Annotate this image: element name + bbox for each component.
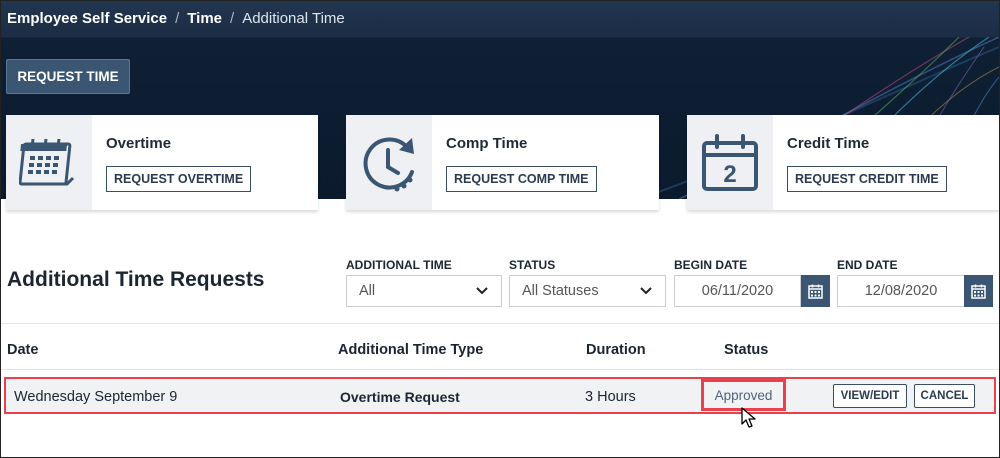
app-frame: Employee Self Service / Time / Additional Ti…: [0, 0, 1000, 458]
status-select[interactable]: All Statuses: [509, 275, 666, 307]
comp-time-card: Comp Time REQUEST COMP TIME: [346, 115, 659, 210]
column-header-status: Status: [724, 342, 769, 358]
calendar-grid-icon: [19, 138, 75, 185]
breadcrumb-separator: /: [230, 10, 235, 27]
end-date-label: END DATE: [837, 258, 898, 272]
status-label: STATUS: [509, 258, 556, 272]
additional-time-select[interactable]: All: [346, 275, 502, 307]
divider: [1, 323, 999, 324]
clock-arrow-icon: [363, 137, 414, 191]
mouse-cursor-icon: [741, 407, 756, 428]
chevron-down-icon: [640, 287, 652, 295]
additional-time-value: All: [359, 283, 376, 299]
request-overtime-button[interactable]: REQUEST OVERTIME: [106, 166, 252, 192]
breadcrumb-section[interactable]: Time: [187, 10, 222, 27]
column-header-date: Date: [7, 342, 39, 358]
credit-time-card: 2 Credit Time REQUEST CREDIT TIME: [687, 115, 999, 210]
divider: [1, 369, 999, 370]
calendar-icon: [808, 284, 823, 299]
card-title: Overtime: [106, 135, 172, 152]
card-title: Comp Time: [446, 135, 528, 152]
request-time-button[interactable]: REQUEST TIME: [6, 59, 130, 94]
view-edit-button[interactable]: VIEW/EDIT: [833, 384, 907, 408]
chevron-down-icon: [476, 287, 488, 295]
begin-date-calendar-button[interactable]: [801, 275, 830, 307]
column-header-duration: Duration: [586, 342, 646, 358]
begin-date-input[interactable]: 06/11/2020: [674, 275, 801, 307]
breadcrumb-separator: /: [175, 10, 180, 27]
section-title: Additional Time Requests: [7, 268, 265, 291]
card-title: Credit Time: [787, 135, 870, 152]
additional-time-label: ADDITIONAL TIME: [346, 258, 452, 272]
overtime-card: Overtime REQUEST OVERTIME: [6, 115, 318, 210]
column-header-type: Additional Time Type: [338, 342, 484, 358]
request-credit-time-button[interactable]: REQUEST CREDIT TIME: [787, 166, 947, 192]
request-comp-time-button[interactable]: REQUEST COMP TIME: [446, 166, 597, 192]
end-date-calendar-button[interactable]: [964, 275, 993, 307]
breadcrumb: Employee Self Service / Time / Additional Ti…: [7, 10, 345, 27]
begin-date-label: BEGIN DATE: [674, 258, 748, 272]
calendar-day-number: 2: [723, 161, 736, 188]
breadcrumb-root[interactable]: Employee Self Service: [7, 10, 167, 27]
end-date-input[interactable]: 12/08/2020: [837, 275, 965, 307]
calendar-icon: [971, 284, 986, 299]
calendar-day-icon: 2: [702, 133, 758, 191]
row-date: Wednesday September 9: [14, 389, 178, 405]
row-type: Overtime Request: [340, 389, 460, 405]
cancel-button[interactable]: CANCEL: [914, 384, 975, 408]
breadcrumb-current: Additional Time: [242, 10, 345, 27]
status-value: All Statuses: [522, 283, 599, 299]
row-duration: 3 Hours: [585, 389, 636, 405]
